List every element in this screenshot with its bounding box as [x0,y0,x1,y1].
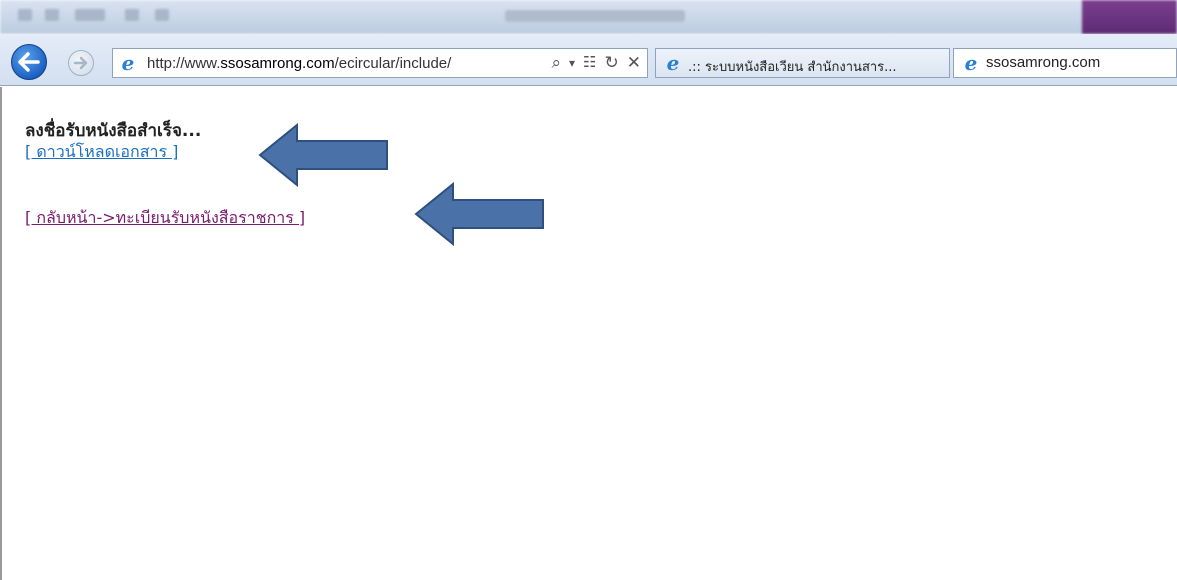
undo-icon [75,9,105,21]
url-path: /ecircular/include/ [334,55,452,72]
ie-page-icon: e [121,51,135,75]
forward-arrow-icon [73,56,88,70]
annotation-arrow-icon [258,122,388,188]
redo-icon [125,9,139,21]
stop-icon[interactable]: ✕ [627,53,641,73]
back-button[interactable] [11,44,47,80]
ie-tab-icon: e [666,51,680,75]
url-domain: ssosamrong.com [220,55,335,72]
back-to-register-link[interactable]: [ กลับหน้า->ทะเบียนรับหนังสือราชการ ] [25,206,305,231]
tab-label: ssosamrong.com [986,54,1101,71]
page-content: ลงชื่อรับหนังสือสำเร็จ... [ ดาวน์โหลดเอก… [0,87,1177,580]
window-title-bar [0,0,1177,34]
url-field[interactable]: http://www.ssosamrong.com/ecircular/incl… [147,55,525,72]
tab-ecircular[interactable]: e .:: ระบบหนังสือเวียน สำนักงานสาร... [655,48,950,78]
refresh-icon[interactable]: ↻ [605,53,619,73]
address-bar[interactable]: e http://www.ssosamrong.com/ecircular/in… [112,48,648,78]
forward-button[interactable] [68,50,94,76]
browser-toolbar: e http://www.ssosamrong.com/ecircular/in… [0,34,1177,86]
url-prefix: http://www. [147,55,221,72]
dropdown-icon[interactable]: ▾ [569,53,575,73]
app-icon [18,9,32,21]
back-arrow-icon [18,52,40,72]
tab-label: .:: ระบบหนังสือเวียน สำนักงานสาร... [688,60,897,75]
search-icon[interactable]: ⌕ [551,53,561,73]
annotation-arrow-icon [414,181,544,247]
ie-tab-icon: e [964,51,978,75]
window-title [505,10,685,22]
save-icon [45,9,59,21]
tab-ssosamrong[interactable]: e ssosamrong.com [953,48,1177,78]
download-document-link[interactable]: [ ดาวน์โหลดเอกสาร ] [25,140,178,165]
customize-icon [155,9,169,21]
window-controls[interactable] [1082,0,1177,34]
compat-icon[interactable]: ☷ [583,53,596,73]
